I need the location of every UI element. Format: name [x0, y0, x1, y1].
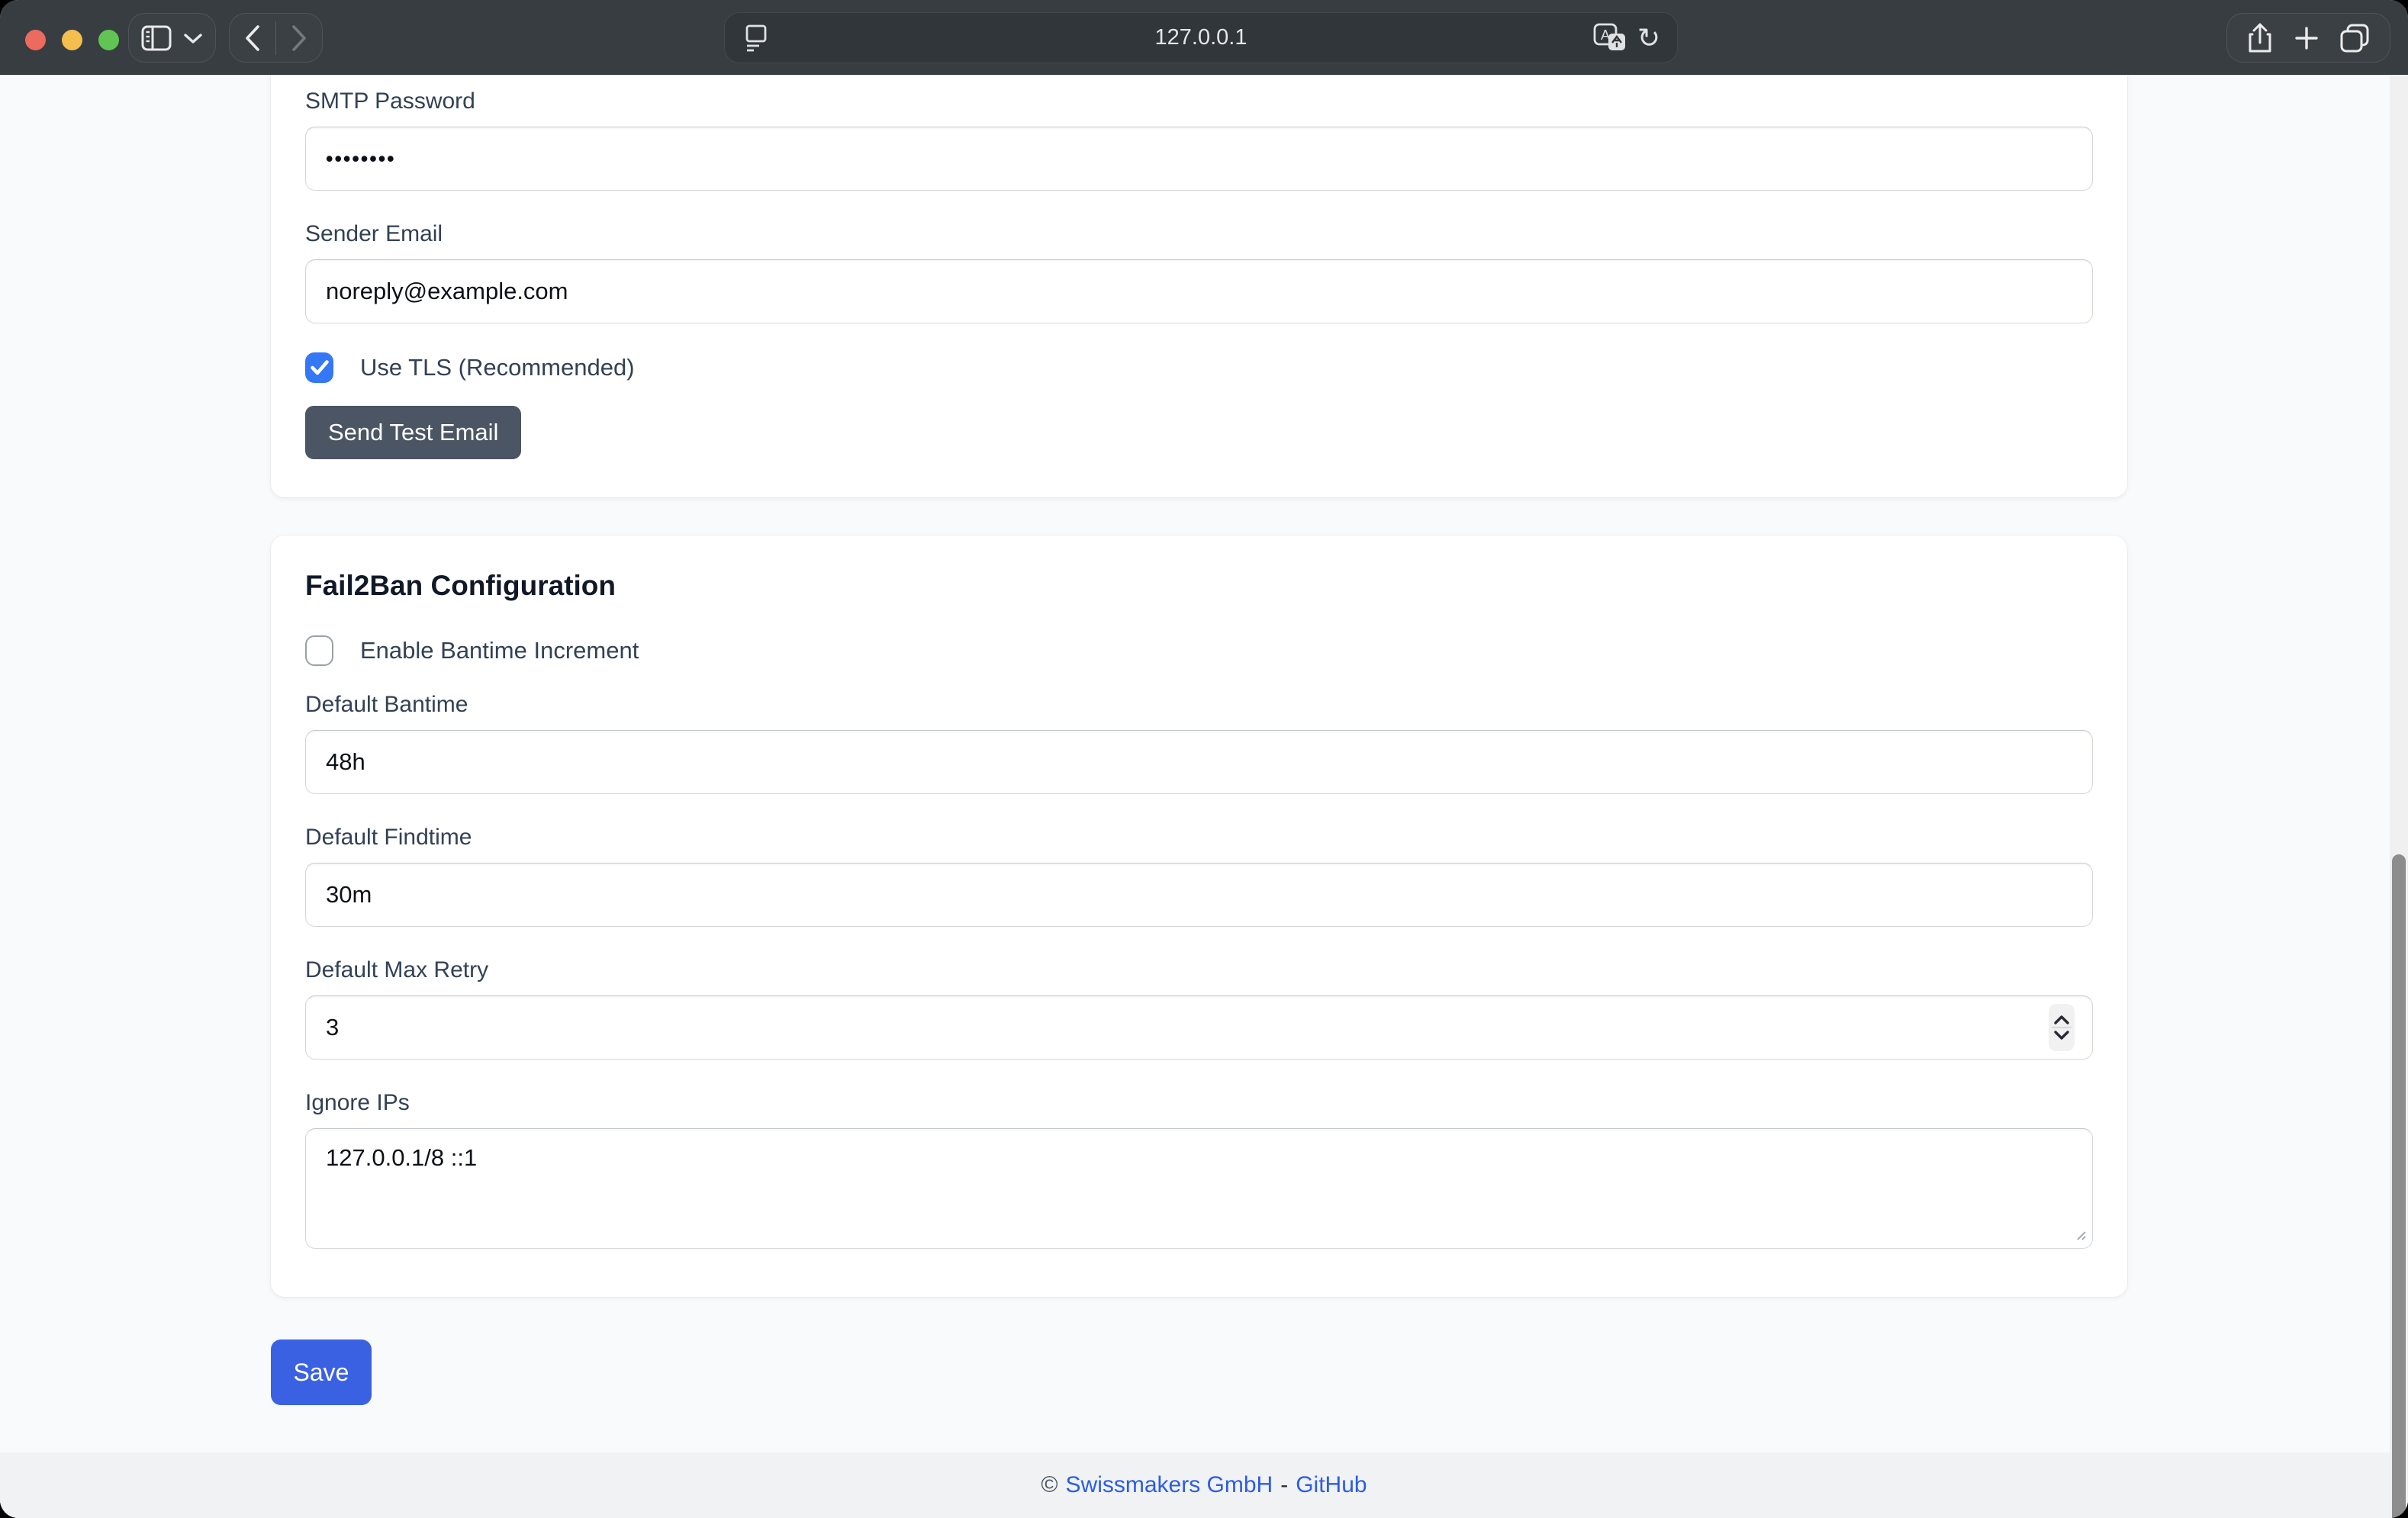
sidebar-button-group	[128, 13, 216, 63]
fail2ban-heading: Fail2Ban Configuration	[305, 570, 2093, 602]
ignore-ips-label: Ignore IPs	[305, 1090, 2093, 1116]
share-icon[interactable]	[2246, 22, 2274, 54]
footer-separator: -	[1280, 1472, 1288, 1498]
enable-bantime-row: Enable Bantime Increment	[305, 635, 2093, 666]
github-link[interactable]: GitHub	[1296, 1472, 1367, 1498]
window-actions-group	[2226, 13, 2390, 63]
smtp-password-label: SMTP Password	[305, 88, 2093, 114]
scrollbar-track[interactable]	[2390, 76, 2408, 1518]
stepper-down-icon[interactable]	[2053, 1030, 2070, 1040]
enable-bantime-label: Enable Bantime Increment	[360, 637, 639, 664]
default-max-retry-input[interactable]	[305, 995, 2093, 1060]
forward-button[interactable]	[291, 24, 307, 52]
reload-icon[interactable]: ↻	[1637, 24, 1660, 52]
tab-overview-icon[interactable]	[2339, 23, 2371, 53]
smtp-settings-card: SMTP Password Sender Email Use TLS (Reco…	[271, 76, 2127, 497]
number-stepper[interactable]	[2049, 1004, 2075, 1051]
scrollbar-thumb[interactable]	[2392, 854, 2406, 1518]
navigation-button-group	[229, 13, 323, 63]
copyright-symbol: ©	[1041, 1472, 1058, 1498]
address-bar[interactable]: 127.0.0.1 A ↻	[724, 12, 1678, 63]
sender-email-label: Sender Email	[305, 221, 2093, 247]
translate-icon[interactable]: A	[1593, 23, 1627, 53]
zoom-window-button[interactable]	[98, 30, 119, 50]
close-window-button[interactable]	[25, 30, 46, 50]
url-text[interactable]: 127.0.0.1	[725, 25, 1677, 50]
company-link[interactable]: Swissmakers GmbH	[1066, 1472, 1273, 1498]
checkmark-icon	[311, 360, 329, 375]
textarea-resize-handle[interactable]	[2073, 1227, 2087, 1245]
back-button[interactable]	[244, 24, 261, 52]
sidebar-toggle-icon[interactable]	[141, 25, 172, 51]
send-test-email-button[interactable]: Send Test Email	[305, 406, 521, 459]
default-bantime-label: Default Bantime	[305, 692, 2093, 718]
stepper-divider	[2052, 1027, 2072, 1028]
smtp-password-input[interactable]	[305, 127, 2093, 191]
stepper-up-icon[interactable]	[2053, 1015, 2070, 1025]
default-findtime-label: Default Findtime	[305, 825, 2093, 851]
sidebar-chevron-down-icon[interactable]	[183, 32, 203, 44]
default-bantime-input[interactable]	[305, 730, 2093, 794]
nav-divider	[275, 21, 277, 55]
use-tls-row: Use TLS (Recommended)	[305, 352, 2093, 383]
save-button[interactable]: Save	[271, 1340, 372, 1405]
new-tab-icon[interactable]	[2294, 25, 2319, 51]
sender-email-input[interactable]	[305, 259, 2093, 323]
page-content: SMTP Password Sender Email Use TLS (Reco…	[0, 76, 2408, 1518]
use-tls-label: Use TLS (Recommended)	[360, 354, 635, 381]
fail2ban-card: Fail2Ban Configuration Enable Bantime In…	[271, 535, 2127, 1297]
default-max-retry-label: Default Max Retry	[305, 957, 2093, 983]
browser-window: 127.0.0.1 A ↻	[0, 0, 2408, 1518]
page-footer: © Swissmakers GmbH - GitHub	[0, 1452, 2408, 1518]
minimize-window-button[interactable]	[62, 30, 82, 50]
default-findtime-input[interactable]	[305, 863, 2093, 927]
use-tls-checkbox[interactable]	[305, 352, 333, 383]
ignore-ips-textarea[interactable]: 127.0.0.1/8 ::1	[305, 1128, 2093, 1249]
enable-bantime-checkbox[interactable]	[305, 635, 333, 666]
browser-toolbar: 127.0.0.1 A ↻	[0, 0, 2408, 75]
